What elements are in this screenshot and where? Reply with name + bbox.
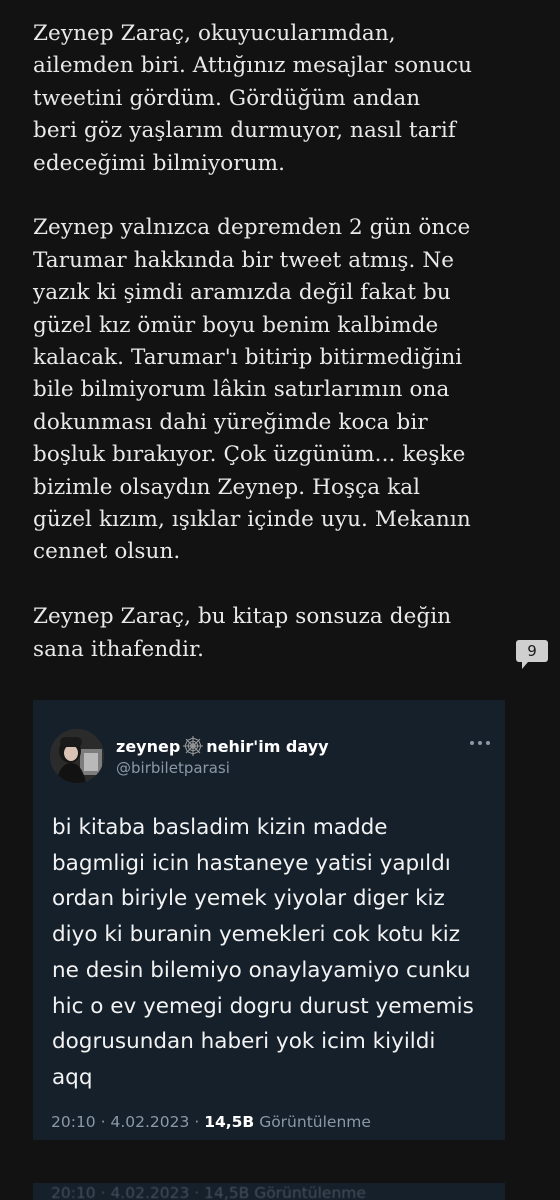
views-count: 14,5B bbox=[204, 1113, 255, 1131]
avatar[interactable] bbox=[50, 729, 104, 783]
article-line: sana ithafendir. bbox=[33, 636, 205, 662]
avatar-photo-icon bbox=[50, 729, 104, 783]
article-line: Zeynep yalnızca depremden 2 gün önce bbox=[33, 215, 471, 241]
tweet-line: ne desin bilemiyo onaylayamiyo cunku bbox=[52, 957, 471, 983]
article-line: bizimle olsaydın Zeynep. Hoşça kal bbox=[33, 474, 421, 500]
article-line: edeceğimi bilmiyorum. bbox=[33, 150, 286, 176]
embedded-tweet-card[interactable]: zeynep nehir'im dayy @birbiletparasi bi … bbox=[33, 700, 505, 1140]
display-name-first: zeynep bbox=[116, 736, 181, 756]
article-line: boşluk bırakıyor. Çok üzgünüm... keşke bbox=[33, 442, 466, 468]
display-name-second: nehir'im dayy bbox=[206, 736, 329, 756]
page: Zeynep Zaraç, okuyucularımdan, ailemden … bbox=[0, 0, 560, 1200]
more-options-icon[interactable] bbox=[470, 736, 490, 750]
tweet-line: dogrusundan haberi yok icim kiyildi bbox=[52, 1029, 436, 1055]
paragraph: Zeynep yalnızca depremden 2 gün önce Tar… bbox=[33, 212, 523, 568]
article-line: güzel kız ömür boyu benim kalbimde bbox=[33, 312, 439, 338]
tweet-line: diyo ki buranin yemekleri cok kotu kiz bbox=[52, 922, 461, 948]
partial-tweet-metadata: 20:10 · 4.02.2023 · 14,5B Görüntülenme bbox=[51, 1184, 366, 1200]
tweet-metadata: 20:10 · 4.02.2023 · 14,5B Görüntülenme bbox=[51, 1113, 371, 1131]
spider-web-icon bbox=[182, 735, 204, 757]
dot bbox=[478, 741, 482, 745]
article-line: kalacak. Tarumar'ı bitirip bitirmediğini bbox=[33, 345, 463, 371]
dot bbox=[486, 741, 490, 745]
article-line: tweetini gördüm. Gördüğüm andan bbox=[33, 85, 421, 111]
views-label: Görüntülenme bbox=[259, 1113, 371, 1131]
article-line: cennet olsun. bbox=[33, 539, 181, 565]
tweet-text: bi kitaba basladim kizin madde bagmligi … bbox=[52, 810, 492, 1096]
article-line: güzel kızım, ışıklar içinde uyu. Mekanın bbox=[33, 507, 471, 533]
article-line: yazık ki şimdi aramızda değil fakat bu bbox=[33, 280, 451, 306]
tweet-line: bagmligi icin hastaneye yatisi yapıldı bbox=[52, 850, 451, 876]
article-line: Zeynep Zaraç, bu kitap sonsuza değin bbox=[33, 604, 452, 630]
article-line: bile bilmiyorum lâkin satırlarımın ona bbox=[33, 377, 450, 403]
tweet-line: aqq bbox=[52, 1064, 93, 1090]
tweet-line: ordan biriyle yemek yiyolar diger kiz bbox=[52, 886, 445, 912]
meta-separator: · bbox=[194, 1113, 200, 1131]
meta-separator: · bbox=[100, 1113, 106, 1131]
paragraph-comment-count-button[interactable]: 9 bbox=[516, 640, 548, 669]
paragraph: Zeynep Zaraç, okuyucularımdan, ailemden … bbox=[33, 18, 523, 180]
article-line: dokunması dahi yüreğimde koca bir bbox=[33, 409, 428, 435]
next-tweet-card-partial[interactable]: 20:10 · 4.02.2023 · 14,5B Görüntülenme bbox=[33, 1183, 505, 1200]
paragraph: Zeynep Zaraç, bu kitap sonsuza değin san… bbox=[33, 601, 523, 666]
tweet-line: bi kitaba basladim kizin madde bbox=[52, 815, 388, 840]
tweet-display-name[interactable]: zeynep nehir'im dayy bbox=[116, 735, 329, 757]
dot bbox=[470, 741, 474, 745]
comment-count: 9 bbox=[527, 642, 537, 660]
tweet-line: hic o ev yemegi dogru durust yememis bbox=[52, 993, 474, 1019]
article-line: Zeynep Zaraç, okuyucularımdan, bbox=[33, 21, 396, 46]
tweet-date[interactable]: 4.02.2023 bbox=[110, 1113, 189, 1131]
article-line: beri göz yaşlarım durmuyor, nasıl tarif bbox=[33, 118, 456, 144]
article-line: Tarumar hakkında bir tweet atmış. Ne bbox=[33, 247, 455, 273]
tweet-time[interactable]: 20:10 bbox=[51, 1113, 96, 1131]
tweet-handle[interactable]: @birbiletparasi bbox=[116, 759, 230, 777]
article-body: Zeynep Zaraç, okuyucularımdan, ailemden … bbox=[33, 18, 523, 666]
article-line: ailemden biri. Attığınız mesajlar sonucu bbox=[33, 53, 473, 79]
